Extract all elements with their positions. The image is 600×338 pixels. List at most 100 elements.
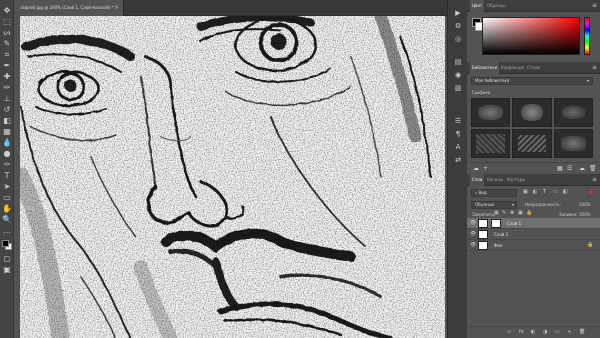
fx-icon[interactable]: fx — [519, 330, 524, 335]
document-tab[interactable]: зафлеб.jpg @ 200% (Слой 1, Слой-маска/8)… — [14, 0, 124, 16]
trash-icon[interactable]: 🗑 — [579, 330, 585, 335]
screen-mode-icon[interactable]: ▣ — [2, 265, 12, 275]
library-item[interactable] — [553, 129, 593, 158]
tab-layers[interactable]: Слои — [470, 174, 485, 186]
layer-row[interactable]: 👁 Слой 1 — [467, 218, 600, 229]
dodge-tool[interactable]: ● — [2, 149, 12, 159]
lock-transparent-icon[interactable]: ▦ — [494, 211, 499, 216]
panel-menu-icon[interactable]: ≡ — [592, 174, 597, 185]
layer-name[interactable]: Слой 2 — [494, 229, 508, 240]
library-item[interactable] — [471, 129, 511, 158]
grid-view-icon[interactable]: ▦ — [557, 166, 563, 172]
layer-thumbnail — [478, 241, 488, 250]
layer-name[interactable]: Фон — [494, 240, 503, 251]
libraries-footer: ☁ + ▦ ☰ ☁ 🗑 — [467, 162, 600, 174]
panel-menu-icon[interactable]: ≡ — [592, 0, 597, 11]
swap-icon[interactable]: ⇄ — [453, 155, 463, 164]
marquee-tool[interactable]: ⬚ — [2, 17, 12, 27]
tab-color[interactable]: Цвет — [470, 0, 485, 12]
add-icon[interactable]: + — [483, 166, 488, 172]
quick-select-tool[interactable]: ✎ — [2, 39, 12, 49]
tab-paths[interactable]: Контуры — [505, 174, 527, 186]
adjustment-layer-icon[interactable]: ◑ — [543, 330, 547, 335]
zoom-tool[interactable]: 🔍 — [2, 215, 12, 225]
lock-position-icon[interactable]: ✥ — [510, 211, 514, 216]
library-item[interactable] — [512, 98, 552, 127]
tab-styles[interactable]: Стили — [525, 62, 542, 74]
history-brush-tool[interactable]: ↺ — [2, 105, 12, 115]
paragraph-icon[interactable]: ¶ — [453, 129, 463, 138]
library-item[interactable] — [512, 129, 552, 158]
visibility-eye-icon[interactable]: 👁 — [470, 243, 476, 248]
color-field[interactable] — [482, 17, 580, 55]
lock-pixels-icon[interactable]: ✎ — [502, 211, 506, 216]
layer-mask-thumbnail[interactable] — [491, 219, 501, 228]
color-panel: Цвет Образцы ≡ — [467, 0, 600, 62]
library-item[interactable] — [471, 98, 511, 127]
paragraph-list-icon[interactable]: ☰ — [453, 116, 463, 125]
gradient-tool[interactable]: ▦ — [2, 127, 12, 137]
cc-library-icon[interactable]: ☁ — [473, 166, 479, 172]
type-tool[interactable]: T — [2, 171, 12, 181]
layer-row[interactable]: 👁 Фон 🔒 — [467, 240, 600, 251]
play-icon[interactable]: ▶ — [453, 8, 463, 17]
properties-icon[interactable]: ▤ — [453, 57, 463, 66]
layers-panel: Слои Каналы Контуры ≡ ⌕ Вид ▣ ◐ T ▭ ◧ ● … — [467, 174, 600, 338]
layer-row[interactable]: 👁 Слой 2 — [467, 229, 600, 240]
cloud-sync-icon[interactable]: ☁ — [579, 166, 585, 172]
filter-type-icon[interactable]: T — [543, 190, 546, 195]
circle-icon[interactable]: ◉ — [453, 70, 463, 79]
layer-name[interactable]: Слой 1 — [507, 218, 521, 229]
lasso-tool[interactable]: ᔕ — [2, 28, 12, 38]
add-mask-icon[interactable]: ◐ — [531, 330, 535, 335]
move-tool[interactable]: ✥ — [2, 6, 12, 16]
healing-brush-tool[interactable]: ✚ — [2, 72, 12, 82]
group-icon[interactable]: ▭ — [555, 330, 560, 335]
trash-icon[interactable]: 🗑 — [589, 166, 597, 172]
clone-stamp-tool[interactable]: ⊥ — [2, 94, 12, 104]
hue-slider[interactable] — [584, 17, 590, 55]
filter-pixel-icon[interactable]: ▣ — [523, 190, 528, 195]
target-icon[interactable]: ◎ — [453, 34, 463, 43]
tab-adjustments[interactable]: Коррекция — [499, 62, 526, 74]
library-item[interactable] — [553, 98, 593, 127]
library-select[interactable]: Моя библиотека ▾ — [471, 77, 593, 85]
opacity-value[interactable]: 100% — [579, 202, 590, 207]
hand-tool[interactable]: ✋ — [2, 204, 12, 214]
tab-swatches[interactable]: Образцы — [485, 0, 508, 12]
eyedropper-tool[interactable]: ✒ — [2, 61, 12, 71]
tab-channels[interactable]: Каналы — [485, 174, 505, 186]
close-icon[interactable]: × — [114, 0, 119, 16]
quick-mask-icon[interactable]: ◻ — [2, 254, 12, 264]
panel-menu-icon[interactable]: ≡ — [592, 62, 597, 73]
blur-tool[interactable]: 💧 — [2, 138, 12, 148]
pen-tool[interactable]: ✑ — [2, 160, 12, 170]
color-panel-tabs: Цвет Образцы ≡ — [467, 0, 600, 12]
path-select-tool[interactable]: ➤ — [2, 182, 12, 192]
filter-smart-icon[interactable]: ◧ — [563, 190, 568, 195]
settings-icon[interactable]: ⚙ — [453, 21, 463, 30]
character-icon[interactable]: A — [453, 142, 463, 151]
link-layers-icon[interactable]: ∞ — [507, 330, 511, 335]
filter-toggle-icon[interactable]: ● — [589, 190, 593, 195]
crop-tool[interactable]: ⌗ — [2, 50, 12, 60]
more-tools[interactable]: … — [2, 226, 12, 236]
lock-artboard-icon[interactable]: ▣ — [518, 211, 523, 216]
table-icon[interactable]: ▥ — [453, 83, 463, 92]
shape-tool[interactable]: ▭ — [2, 193, 12, 203]
canvas[interactable] — [20, 16, 445, 338]
list-view-icon[interactable]: ☰ — [567, 166, 572, 172]
layer-filter-select[interactable]: ⌕ Вид — [471, 189, 517, 197]
filter-adjustment-icon[interactable]: ◐ — [533, 190, 537, 195]
eraser-tool[interactable]: ◧ — [2, 116, 12, 126]
visibility-eye-icon[interactable]: 👁 — [470, 232, 476, 237]
new-layer-icon[interactable]: + — [567, 330, 571, 335]
lock-all-icon[interactable]: 🔒 — [526, 211, 532, 216]
brush-tool[interactable]: ✏ — [2, 83, 12, 93]
blend-mode-select[interactable]: Обычные ▾ — [471, 201, 517, 209]
foreground-color-swatch[interactable] — [2, 240, 9, 247]
tab-libraries[interactable]: Библиотеки — [470, 62, 500, 74]
filter-shape-icon[interactable]: ▭ — [553, 190, 558, 195]
visibility-eye-icon[interactable]: 👁 — [470, 221, 476, 226]
fill-value[interactable]: 100% — [579, 212, 590, 217]
